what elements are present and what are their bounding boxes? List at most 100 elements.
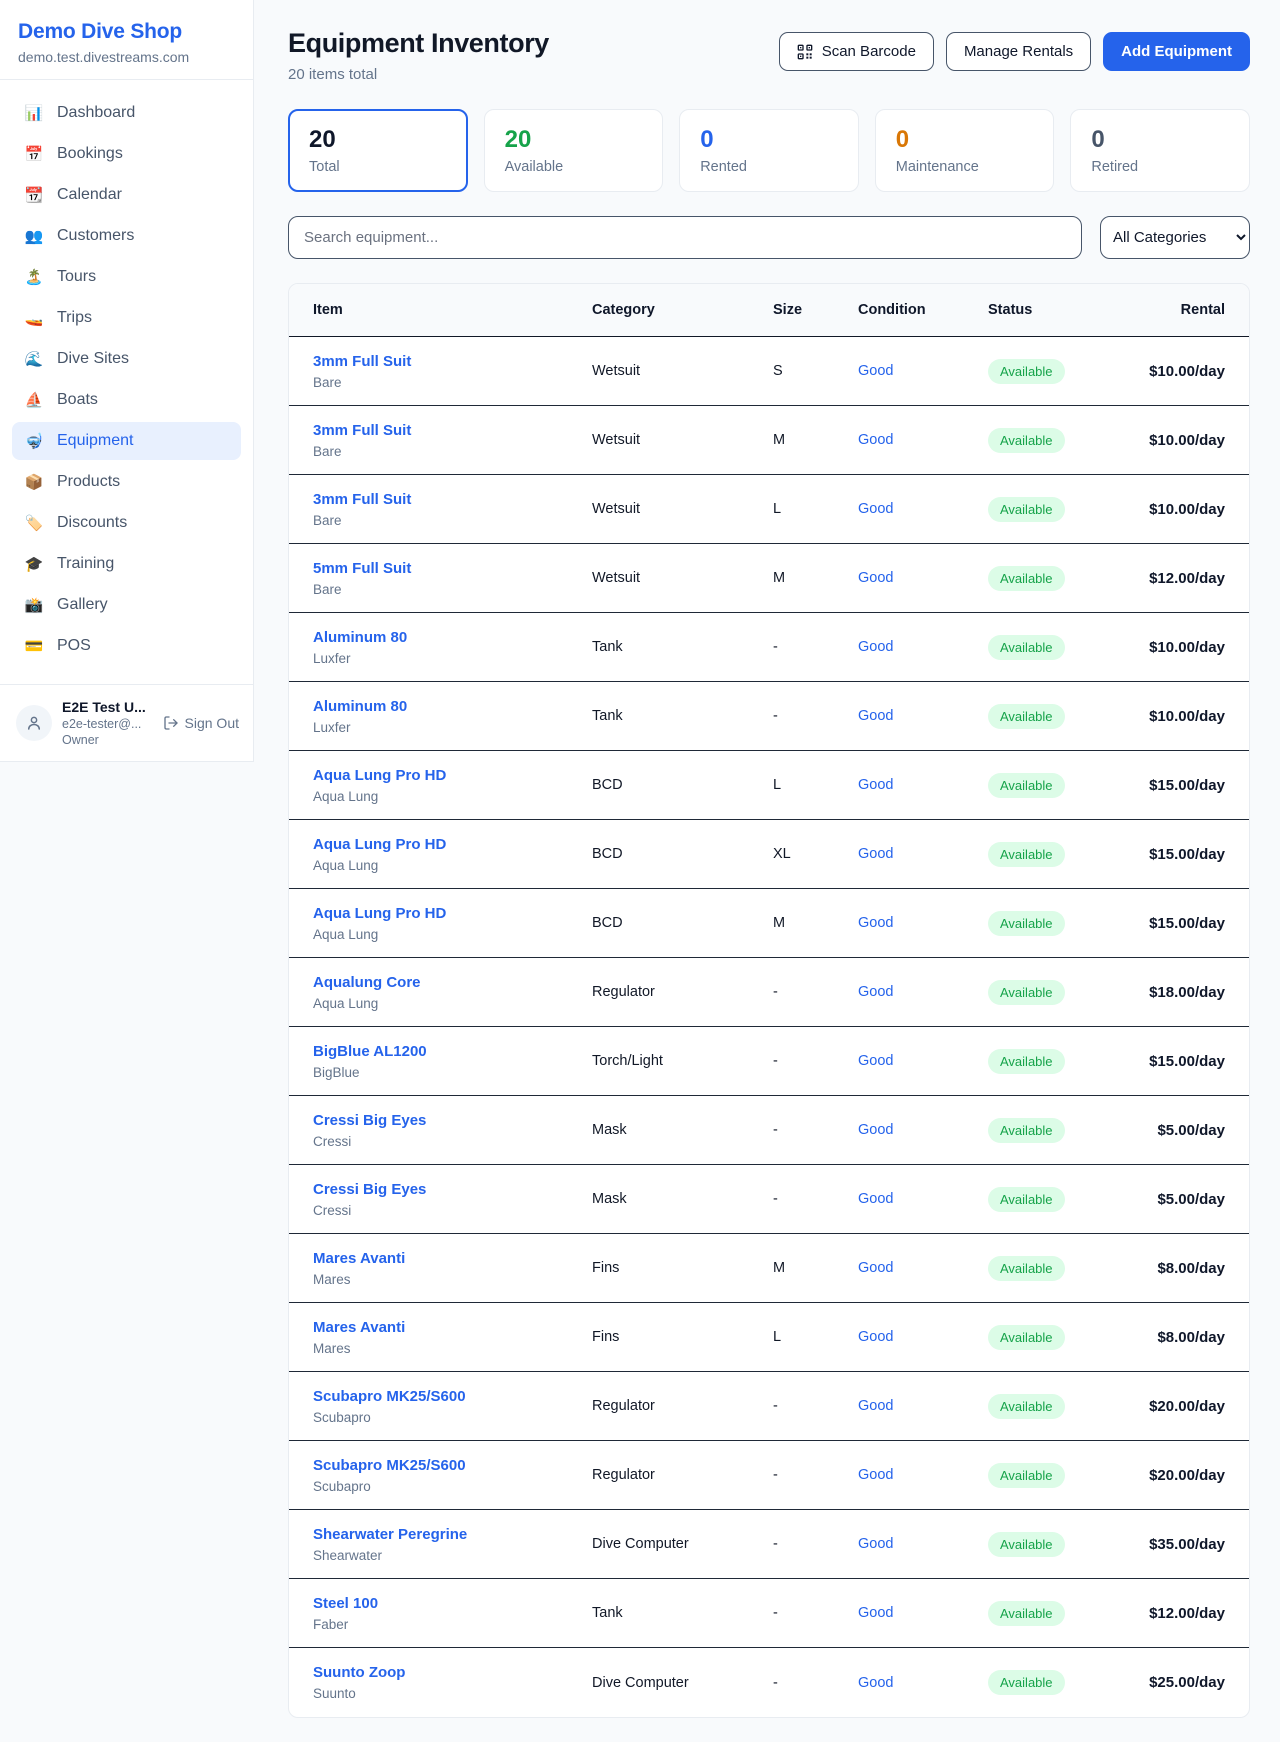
item-brand: Aqua Lung [313, 789, 592, 804]
add-equipment-button[interactable]: Add Equipment [1103, 32, 1250, 71]
sidebar-item-dashboard[interactable]: 📊 Dashboard [12, 94, 241, 132]
condition-link[interactable]: Good [858, 363, 988, 379]
header-actions: Scan Barcode Manage Rentals Add Equipmen… [779, 32, 1250, 71]
search-input[interactable] [288, 216, 1082, 259]
item-brand: Aqua Lung [313, 996, 592, 1011]
rental-price: $18.00/day [1128, 984, 1225, 1001]
sidebar-item-customers[interactable]: 👥 Customers [12, 217, 241, 255]
table-row: Steel 100 Faber Tank - Good Available $1… [289, 1579, 1249, 1648]
filter-row: All Categories [288, 216, 1250, 259]
manage-rentals-button[interactable]: Manage Rentals [946, 32, 1091, 71]
main-content: Equipment Inventory 20 items total Scan … [254, 0, 1280, 1738]
item-brand: Scubapro [313, 1479, 592, 1494]
status-badge: Available [988, 911, 1065, 936]
table-column-header: Item [313, 302, 592, 318]
table-column-header: Condition [858, 302, 988, 318]
condition-link[interactable]: Good [858, 1675, 988, 1691]
stat-value: 0 [1091, 126, 1229, 154]
category-select[interactable]: All Categories [1100, 216, 1250, 259]
item-name-link[interactable]: Cressi Big Eyes [313, 1112, 592, 1129]
sidebar-item-equipment[interactable]: 🤿 Equipment [12, 422, 241, 460]
sidebar-item-boats[interactable]: ⛵ Boats [12, 381, 241, 419]
status-cell: Available [988, 980, 1128, 1005]
item-name-link[interactable]: Aqua Lung Pro HD [313, 767, 592, 784]
stat-card-rented[interactable]: 0 Rented [679, 109, 859, 192]
item-brand: Suunto [313, 1686, 592, 1701]
sidebar-item-pos[interactable]: 💳 POS [12, 627, 241, 665]
status-cell: Available [988, 635, 1128, 660]
item-name-link[interactable]: 5mm Full Suit [313, 560, 592, 577]
wave-icon: 🌊 [24, 352, 44, 367]
condition-link[interactable]: Good [858, 1536, 988, 1552]
item-name-link[interactable]: Suunto Zoop [313, 1664, 592, 1681]
sidebar-item-training[interactable]: 🎓 Training [12, 545, 241, 583]
size-cell: - [773, 1536, 858, 1552]
size-cell: M [773, 915, 858, 931]
item-cell: Aqualung Core Aqua Lung [313, 974, 592, 1011]
item-name-link[interactable]: Aqua Lung Pro HD [313, 905, 592, 922]
stat-label: Maintenance [896, 159, 1034, 175]
item-name-link[interactable]: Aqualung Core [313, 974, 592, 991]
status-cell: Available [988, 1187, 1128, 1212]
condition-link[interactable]: Good [858, 846, 988, 862]
condition-link[interactable]: Good [858, 1260, 988, 1276]
condition-link[interactable]: Good [858, 1053, 988, 1069]
condition-link[interactable]: Good [858, 432, 988, 448]
condition-link[interactable]: Good [858, 501, 988, 517]
status-cell: Available [988, 566, 1128, 591]
rental-price: $15.00/day [1128, 915, 1225, 932]
sidebar-item-calendar[interactable]: 📆 Calendar [12, 176, 241, 214]
item-name-link[interactable]: BigBlue AL1200 [313, 1043, 592, 1060]
condition-link[interactable]: Good [858, 984, 988, 1000]
stat-card-maintenance[interactable]: 0 Maintenance [875, 109, 1055, 192]
item-name-link[interactable]: 3mm Full Suit [313, 353, 592, 370]
stat-label: Total [309, 159, 447, 175]
rental-price: $35.00/day [1128, 1536, 1225, 1553]
sidebar-item-products[interactable]: 📦 Products [12, 463, 241, 501]
table-row: Mares Avanti Mares Fins L Good Available… [289, 1303, 1249, 1372]
sidebar-item-bookings[interactable]: 📅 Bookings [12, 135, 241, 173]
sidebar-item-tours[interactable]: 🏝️ Tours [12, 258, 241, 296]
sign-out-button[interactable]: Sign Out [163, 715, 239, 731]
condition-link[interactable]: Good [858, 708, 988, 724]
stat-card-available[interactable]: 20 Available [484, 109, 664, 192]
size-cell: - [773, 1605, 858, 1621]
item-name-link[interactable]: Mares Avanti [313, 1250, 592, 1267]
condition-link[interactable]: Good [858, 777, 988, 793]
sidebar-item-gallery[interactable]: 📸 Gallery [12, 586, 241, 624]
item-name-link[interactable]: 3mm Full Suit [313, 491, 592, 508]
category-cell: Wetsuit [592, 432, 773, 448]
scan-barcode-button[interactable]: Scan Barcode [779, 32, 934, 71]
condition-link[interactable]: Good [858, 1398, 988, 1414]
package-icon: 📦 [24, 475, 44, 490]
item-name-link[interactable]: Aluminum 80 [313, 629, 592, 646]
category-cell: Mask [592, 1122, 773, 1138]
sidebar-item-trips[interactable]: 🚤 Trips [12, 299, 241, 337]
condition-link[interactable]: Good [858, 1329, 988, 1345]
item-name-link[interactable]: Aluminum 80 [313, 698, 592, 715]
table-row: 3mm Full Suit Bare Wetsuit L Good Availa… [289, 475, 1249, 544]
condition-link[interactable]: Good [858, 915, 988, 931]
condition-link[interactable]: Good [858, 639, 988, 655]
item-name-link[interactable]: Mares Avanti [313, 1319, 592, 1336]
item-name-link[interactable]: Scubapro MK25/S600 [313, 1388, 592, 1405]
condition-link[interactable]: Good [858, 1605, 988, 1621]
size-cell: - [773, 708, 858, 724]
item-name-link[interactable]: Cressi Big Eyes [313, 1181, 592, 1198]
item-name-link[interactable]: Aqua Lung Pro HD [313, 836, 592, 853]
condition-link[interactable]: Good [858, 1122, 988, 1138]
sidebar-item-discounts[interactable]: 🏷️ Discounts [12, 504, 241, 542]
stat-card-total[interactable]: 20 Total [288, 109, 468, 192]
item-name-link[interactable]: 3mm Full Suit [313, 422, 592, 439]
stat-card-retired[interactable]: 0 Retired [1070, 109, 1250, 192]
sidebar-item-dive-sites[interactable]: 🌊 Dive Sites [12, 340, 241, 378]
item-brand: Scubapro [313, 1410, 592, 1425]
condition-link[interactable]: Good [858, 1467, 988, 1483]
condition-link[interactable]: Good [858, 570, 988, 586]
item-brand: Cressi [313, 1203, 592, 1218]
avatar [16, 705, 52, 741]
condition-link[interactable]: Good [858, 1191, 988, 1207]
item-name-link[interactable]: Shearwater Peregrine [313, 1526, 592, 1543]
item-name-link[interactable]: Scubapro MK25/S600 [313, 1457, 592, 1474]
item-name-link[interactable]: Steel 100 [313, 1595, 592, 1612]
